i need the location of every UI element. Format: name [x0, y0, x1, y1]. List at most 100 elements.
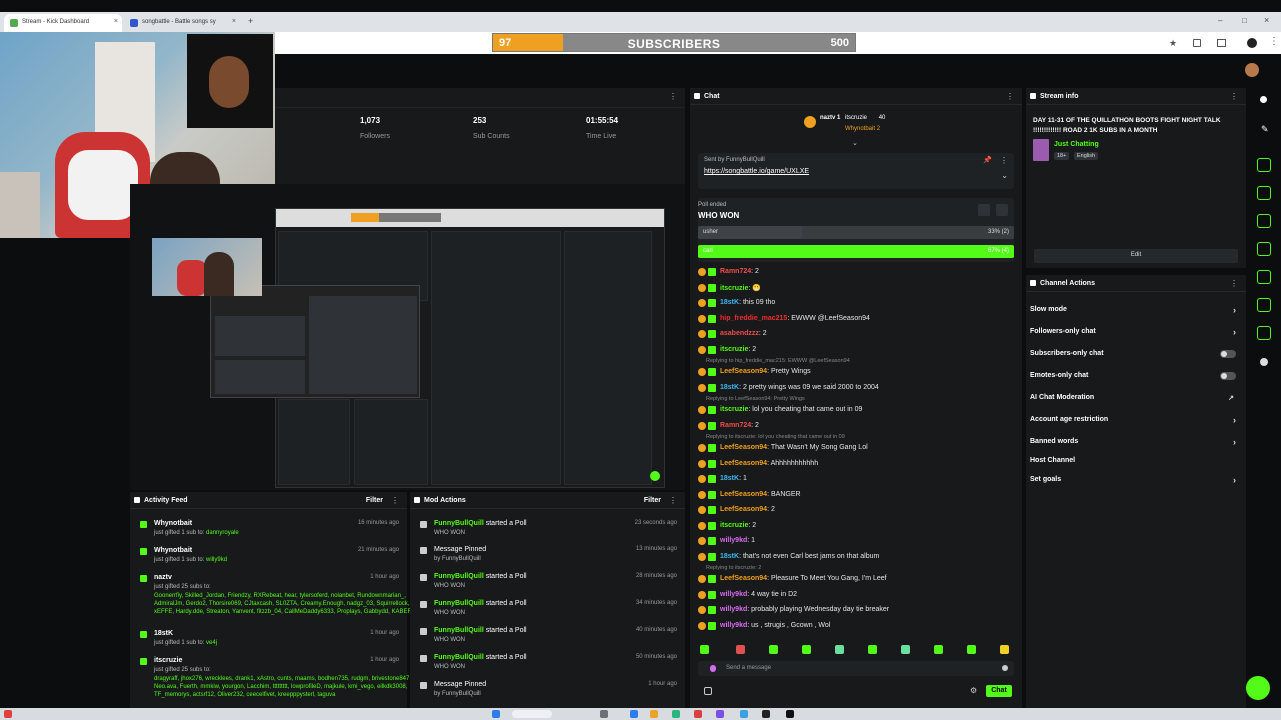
- emote-icon[interactable]: [901, 645, 910, 654]
- channel-action-emotes-only-chat[interactable]: Emotes-only chat: [1030, 372, 1242, 386]
- chat-identity-icon[interactable]: [710, 665, 716, 672]
- rail-widget-button[interactable]: [1257, 326, 1271, 340]
- channel-action-slow-mode[interactable]: Slow mode ›: [1030, 305, 1242, 320]
- help-chat-button[interactable]: [1246, 676, 1270, 700]
- mod-actions-menu-icon[interactable]: ⋮: [669, 496, 677, 505]
- taskbar-app-icon[interactable]: [740, 710, 748, 718]
- taskbar-app-icon[interactable]: [786, 710, 794, 718]
- send-chat-button[interactable]: Chat: [986, 685, 1012, 697]
- rail-extra-icon[interactable]: [1260, 358, 1268, 366]
- chat-username[interactable]: LeefSeason94: [720, 506, 767, 513]
- close-tab-icon[interactable]: ×: [232, 18, 236, 25]
- browser-tab-dashboard[interactable]: Stream - Kick Dashboard ×: [4, 14, 122, 32]
- emote-icon[interactable]: [736, 645, 745, 654]
- mod-filter-button[interactable]: Filter: [644, 497, 661, 504]
- stats-menu-icon[interactable]: ⋮: [669, 92, 677, 101]
- minimize-window-icon[interactable]: –: [1218, 16, 1222, 25]
- tab-search-icon[interactable]: [1217, 39, 1226, 47]
- emote-icon[interactable]: [1000, 645, 1009, 654]
- channel-action-set-goals[interactable]: Set goals ›: [1030, 475, 1242, 490]
- extensions-icon[interactable]: [1193, 39, 1201, 47]
- chat-username[interactable]: willy9kd: [720, 591, 747, 598]
- emote-icon[interactable]: [868, 645, 877, 654]
- chat-username[interactable]: Ramn724: [720, 268, 751, 275]
- poll-delete-icon[interactable]: [978, 204, 990, 216]
- channel-action-host-channel[interactable]: Host Channel: [1030, 457, 1242, 471]
- emote-icon[interactable]: [835, 645, 844, 654]
- stream-category[interactable]: Just Chatting: [1054, 141, 1099, 148]
- channel-action-banned-words[interactable]: Banned words ›: [1030, 437, 1242, 452]
- weather-icon[interactable]: [4, 710, 12, 718]
- chat-settings-icon[interactable]: ⚙: [970, 686, 977, 695]
- taskbar-app-icon[interactable]: [762, 710, 770, 718]
- unpin-icon[interactable]: 📌: [983, 156, 992, 164]
- taskbar-app-icon[interactable]: [650, 710, 658, 718]
- rail-widget-button[interactable]: [1257, 158, 1271, 172]
- activity-filter-button[interactable]: Filter: [366, 497, 383, 504]
- emote-icon[interactable]: [700, 645, 709, 654]
- chat-username[interactable]: willy9kd: [720, 622, 747, 629]
- emote-icon[interactable]: [934, 645, 943, 654]
- channel-action-account-age-restriction[interactable]: Account age restriction ›: [1030, 415, 1242, 430]
- bookmark-star-icon[interactable]: ★: [1169, 38, 1177, 49]
- taskbar-app-icon[interactable]: [630, 710, 638, 718]
- chat-username[interactable]: LeefSeason94: [720, 575, 767, 582]
- taskbar-app-icon[interactable]: [694, 710, 702, 718]
- toggle-switch[interactable]: [1220, 372, 1236, 380]
- poll-collapse-icon[interactable]: [996, 204, 1008, 216]
- edit-stream-info-button[interactable]: Edit: [1034, 249, 1238, 263]
- chat-username[interactable]: itscruzie: [720, 285, 748, 292]
- chat-username[interactable]: itscruzie: [720, 346, 748, 353]
- chat-username[interactable]: Ramn724: [720, 422, 751, 429]
- chat-username[interactable]: 18stK: [720, 384, 739, 391]
- collapse-pinned-icon[interactable]: ⌄: [1001, 171, 1008, 180]
- info-icon[interactable]: [1260, 96, 1267, 103]
- pinned-menu-icon[interactable]: ⋮: [1000, 156, 1008, 165]
- chat-username[interactable]: 18stK: [720, 475, 739, 482]
- close-tab-icon[interactable]: ×: [114, 18, 118, 25]
- chat-username[interactable]: LeefSeason94: [720, 460, 767, 467]
- chat-username[interactable]: LeefSeason94: [720, 444, 767, 451]
- taskbar-app-icon[interactable]: [672, 710, 680, 718]
- user-avatar[interactable]: [1245, 63, 1259, 77]
- chat-username[interactable]: itscruzie: [720, 406, 748, 413]
- rail-widget-button[interactable]: [1257, 242, 1271, 256]
- maximize-window-icon[interactable]: □: [1242, 16, 1247, 25]
- chat-username[interactable]: 18stK: [720, 299, 739, 306]
- chat-username[interactable]: LeefSeason94: [720, 491, 767, 498]
- stream-info-menu-icon[interactable]: ⋮: [1230, 92, 1238, 101]
- chat-input[interactable]: Send a message: [698, 661, 1014, 676]
- pinned-link[interactable]: https://songbattle.io/game/UXLXE: [704, 168, 809, 175]
- emote-icon[interactable]: [967, 645, 976, 654]
- chat-username[interactable]: 18stK: [720, 553, 739, 560]
- channel-action-ai-chat-moderation[interactable]: AI Chat Moderation ↗: [1030, 394, 1242, 408]
- channel-action-followers-only-chat[interactable]: Followers-only chat ›: [1030, 327, 1242, 342]
- chat-username[interactable]: hip_freddie_mac215: [720, 315, 787, 322]
- browser-tab-songbattle[interactable]: songbattle - Battle songs sy ×: [124, 14, 240, 32]
- emote-icon[interactable]: [769, 645, 778, 654]
- taskbar-app-icon[interactable]: [716, 710, 724, 718]
- chat-menu-icon[interactable]: ⋮: [1006, 92, 1014, 101]
- rail-widget-button[interactable]: [1257, 214, 1271, 228]
- taskbar-search[interactable]: [512, 710, 552, 718]
- chat-gift-icon[interactable]: [704, 687, 712, 695]
- chat-username[interactable]: asabendzzz: [720, 330, 759, 337]
- edit-layout-icon[interactable]: ✎: [1261, 124, 1269, 135]
- new-tab-icon[interactable]: +: [248, 16, 253, 26]
- chat-username[interactable]: willy9kd: [720, 606, 747, 613]
- rail-widget-button[interactable]: [1257, 186, 1271, 200]
- emote-icon[interactable]: [802, 645, 811, 654]
- taskbar-app-icon[interactable]: [600, 710, 608, 718]
- browser-menu-icon[interactable]: ⋮: [1269, 36, 1279, 47]
- activity-feed-menu-icon[interactable]: ⋮: [391, 496, 399, 505]
- close-window-icon[interactable]: ×: [1264, 15, 1269, 25]
- rail-widget-button[interactable]: [1257, 270, 1271, 284]
- chat-username[interactable]: itscruzie: [720, 522, 748, 529]
- start-menu-icon[interactable]: [492, 710, 500, 718]
- toggle-switch[interactable]: [1220, 350, 1236, 358]
- channel-action-subscribers-only-chat[interactable]: Subscribers-only chat: [1030, 350, 1242, 364]
- chat-username[interactable]: willy9kd: [720, 537, 747, 544]
- emoji-picker-icon[interactable]: [1002, 665, 1008, 671]
- chat-username[interactable]: LeefSeason94: [720, 368, 767, 375]
- channel-actions-menu-icon[interactable]: ⋮: [1230, 279, 1238, 288]
